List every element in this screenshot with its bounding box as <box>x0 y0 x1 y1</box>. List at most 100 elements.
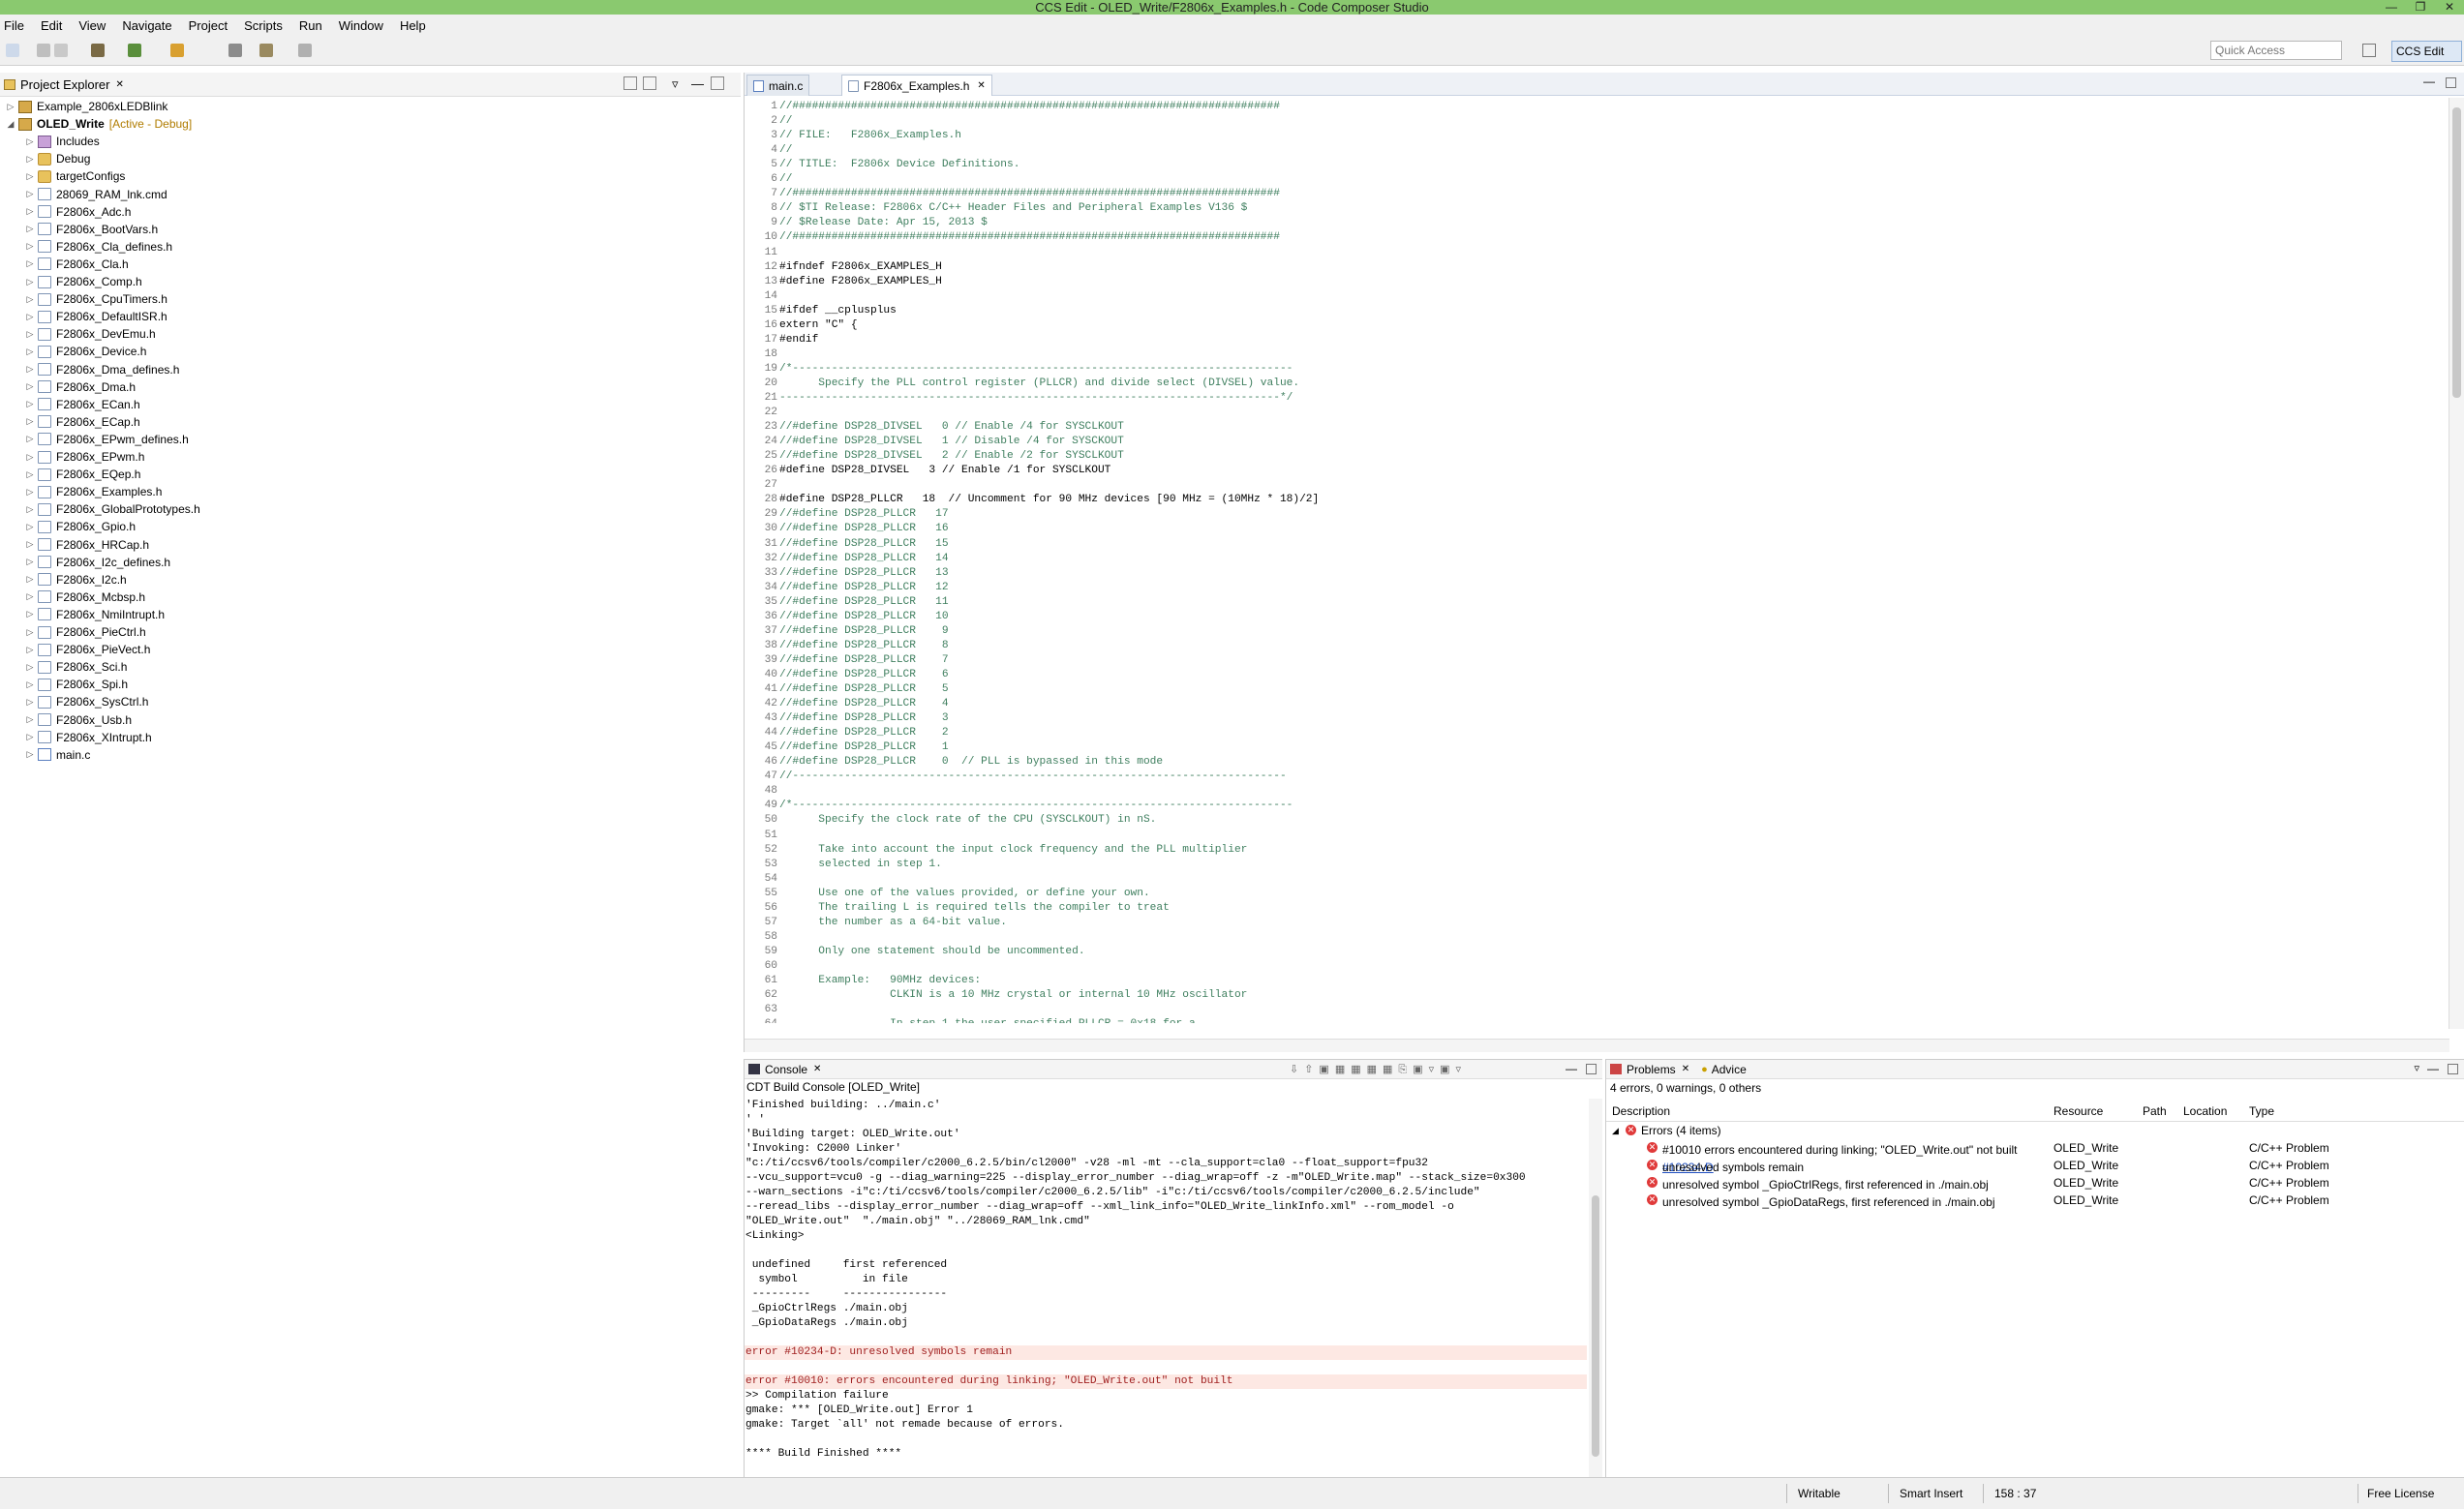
expand-arrow-icon[interactable]: ▷ <box>25 312 35 322</box>
tab-main-c[interactable]: main.c <box>746 75 810 96</box>
tree-item[interactable]: ▷ F2806x_EQep.h <box>25 466 141 483</box>
maximize-icon[interactable]: ❐ <box>2406 0 2435 15</box>
code-line[interactable]: //######################################… <box>779 230 1280 245</box>
tree-item[interactable]: ▷ F2806x_ECan.h <box>25 396 140 413</box>
code-line[interactable]: //#define DSP28_DIVSEL 2 // Enable /2 fo… <box>779 449 1124 464</box>
expand-arrow-icon[interactable]: ▷ <box>25 399 35 409</box>
tree-item[interactable]: ▷ F2806x_NmiIntrupt.h <box>25 606 166 623</box>
code-line[interactable]: CLKIN is a 10 MHz crystal or internal 10… <box>779 988 1247 1003</box>
open-perspective-icon[interactable] <box>2362 44 2376 57</box>
tree-item[interactable]: ▷ F2806x_Examples.h <box>25 483 163 500</box>
expand-arrow-icon[interactable]: ▷ <box>25 679 35 690</box>
expand-arrow-icon[interactable]: ▷ <box>25 591 35 602</box>
tree-item[interactable]: ▷ F2806x_Cla_defines.h <box>25 238 173 256</box>
minimize-view-icon[interactable]: — <box>2427 1062 2439 1075</box>
code-line[interactable]: ----------------------------------------… <box>779 391 1293 406</box>
tree-item[interactable]: ▷ F2806x_SysCtrl.h <box>25 693 149 710</box>
console-scrollbar[interactable] <box>1589 1099 1602 1478</box>
new-icon[interactable] <box>6 44 19 57</box>
expand-arrow-icon[interactable]: ▷ <box>25 416 35 427</box>
external-tools-icon[interactable] <box>170 44 184 57</box>
tree-item[interactable]: ▷ F2806x_GlobalPrototypes.h <box>25 500 200 518</box>
maximize-editor-icon[interactable] <box>2446 77 2456 88</box>
code-line[interactable]: //#define DSP28_DIVSEL 0 // Enable /4 fo… <box>779 420 1124 435</box>
collapse-all-icon[interactable] <box>624 76 637 90</box>
close-view-icon[interactable]: ✕ <box>1682 1064 1689 1074</box>
tree-item[interactable]: ◢ OLED_Write [Active - Debug] <box>6 115 193 133</box>
expand-arrow-icon[interactable]: ▷ <box>25 714 35 725</box>
menu-project[interactable]: Project <box>189 18 228 33</box>
code-line[interactable]: //#define DSP28_PLLCR 0 // PLL is bypass… <box>779 755 1163 770</box>
problem-row[interactable]: ✕ unresolved symbol _GpioCtrlRegs, first … <box>1606 1174 2464 1192</box>
code-line[interactable]: // <box>779 143 792 158</box>
code-line[interactable]: Use one of the values provided, or defin… <box>779 887 1149 901</box>
tree-item[interactable]: ▷ F2806x_Dma_defines.h <box>25 361 180 378</box>
code-line[interactable]: //#define DSP28_PLLCR 17 <box>779 507 949 522</box>
code-line[interactable]: In step 1 the user specified PLLCR = 0x1… <box>779 1017 1196 1023</box>
expand-arrow-icon[interactable]: ▷ <box>25 224 35 234</box>
tab-f2806x-examples-h[interactable]: F2806x_Examples.h ✕ <box>841 75 992 96</box>
tree-item[interactable]: ▷ F2806x_EPwm_defines.h <box>25 431 189 448</box>
column-resource[interactable]: Resource <box>2053 1104 2103 1118</box>
menu-window[interactable]: Window <box>339 18 383 33</box>
tree-item[interactable]: ▷ Includes <box>25 133 100 150</box>
problem-row[interactable]: ✕ #10010 errors encountered during linkin… <box>1606 1139 2464 1157</box>
minimize-view-icon[interactable]: — <box>1566 1062 1577 1075</box>
menu-scripts[interactable]: Scripts <box>244 18 283 33</box>
tree-item[interactable]: ▷ Example_2806xLEDBlink <box>6 98 168 115</box>
debug-icon[interactable] <box>128 44 141 57</box>
tree-item[interactable]: ▷ F2806x_DevEmu.h <box>25 325 156 343</box>
expand-arrow-icon[interactable]: ▷ <box>25 241 35 252</box>
minimize-icon[interactable]: — <box>2377 0 2406 15</box>
expand-arrow-icon[interactable]: ▷ <box>25 258 35 269</box>
save-all-icon[interactable] <box>54 44 68 57</box>
forward-icon[interactable] <box>298 44 312 57</box>
expand-arrow-icon[interactable]: ▷ <box>25 627 35 638</box>
expand-arrow-icon[interactable]: ▷ <box>25 206 35 217</box>
code-line[interactable]: //#define DSP28_DIVSEL 1 // Disable /4 f… <box>779 435 1124 449</box>
code-line[interactable]: // <box>779 172 792 187</box>
tree-item[interactable]: ▷ F2806x_DefaultISR.h <box>25 308 167 325</box>
expand-arrow-icon[interactable]: ▷ <box>25 557 35 567</box>
expand-arrow-icon[interactable]: ▷ <box>25 189 35 199</box>
close-view-icon[interactable]: ✕ <box>813 1064 821 1074</box>
tree-item[interactable]: ▷ F2806x_Device.h <box>25 343 147 360</box>
code-line[interactable]: //######################################… <box>779 100 1280 114</box>
close-tab-icon[interactable]: ✕ <box>977 80 985 91</box>
code-line[interactable]: Specify the clock rate of the CPU (SYSCL… <box>779 813 1156 828</box>
tree-item[interactable]: ▷ F2806x_Adc.h <box>25 203 132 221</box>
code-line[interactable]: #endif <box>779 333 818 347</box>
code-line[interactable]: //--------------------------------------… <box>779 770 1287 784</box>
expand-arrow-icon[interactable]: ▷ <box>25 662 35 673</box>
back-icon[interactable] <box>259 44 273 57</box>
expand-arrow-icon[interactable]: ▷ <box>25 732 35 742</box>
tree-item[interactable]: ▷ F2806x_EPwm.h <box>25 448 145 466</box>
code-line[interactable]: #ifndef F2806x_EXAMPLES_H <box>779 260 942 275</box>
menu-help[interactable]: Help <box>400 18 426 33</box>
tree-item[interactable]: ▷ F2806x_XIntrupt.h <box>25 729 152 746</box>
collapse-arrow-icon[interactable]: ◢ <box>6 119 15 130</box>
code-line[interactable]: // $Release Date: Apr 15, 2013 $ <box>779 216 988 230</box>
expand-arrow-icon[interactable]: ▷ <box>25 645 35 655</box>
editor-horizontal-scrollbar[interactable] <box>745 1039 2449 1052</box>
status-license[interactable]: Free License <box>2367 1487 2434 1500</box>
code-line[interactable]: extern "C" { <box>779 318 858 333</box>
code-line[interactable]: the number as a 64-bit value. <box>779 916 1007 930</box>
expand-arrow-icon[interactable]: ▷ <box>25 749 35 760</box>
problem-row[interactable]: ✕ #10234-D unresolved symbols remain OLED_… <box>1606 1157 2464 1174</box>
menu-run[interactable]: Run <box>299 18 322 33</box>
code-line[interactable]: Only one statement should be uncommented… <box>779 945 1084 959</box>
scroll-thumb[interactable] <box>2452 107 2461 398</box>
tree-item[interactable]: ▷ F2806x_Sci.h <box>25 658 128 676</box>
link-editor-icon[interactable] <box>643 76 656 90</box>
expand-arrow-icon[interactable]: ▷ <box>25 136 35 147</box>
tree-item[interactable]: ▷ F2806x_Comp.h <box>25 273 142 290</box>
scroll-thumb[interactable] <box>1592 1195 1599 1457</box>
code-line[interactable]: selected in step 1. <box>779 858 942 872</box>
code-line[interactable]: /*--------------------------------------… <box>779 799 1293 813</box>
code-line[interactable]: #ifdef __cplusplus <box>779 304 897 318</box>
close-view-icon[interactable]: ✕ <box>115 79 123 90</box>
column-type[interactable]: Type <box>2249 1104 2274 1118</box>
error-group-row[interactable]: ◢ ✕ Errors (4 items) <box>1606 1122 2464 1139</box>
console-output[interactable]: 'Finished building: ../main.c' ' ' 'Buildi… <box>745 1099 1587 1478</box>
